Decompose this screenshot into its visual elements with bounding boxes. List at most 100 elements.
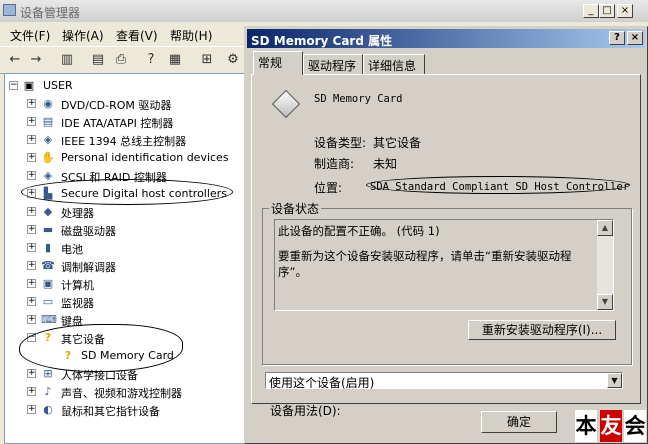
expand-icon[interactable]: +: [27, 261, 36, 270]
computer-icon: ▣: [42, 277, 54, 290]
minimize-button[interactable]: _: [583, 4, 599, 18]
ok-button[interactable]: 确定: [481, 411, 557, 433]
disk-drive-icon: ▬: [42, 223, 54, 236]
expand-icon[interactable]: +: [27, 207, 36, 216]
ide-controller-icon: ▤: [42, 115, 54, 128]
general-tab-panel: SD Memory Card 设备类型: 其它设备 制造商: 未知 位置: SD…: [251, 74, 641, 418]
ok-button-label: 确定: [506, 415, 531, 429]
tree-item-label: SD Memory Card: [81, 349, 174, 362]
expand-icon[interactable]: +: [27, 117, 36, 126]
tree-item-label: Personal identification devices: [61, 151, 229, 164]
monitor-icon: ▭: [42, 295, 54, 308]
print-icon[interactable]: ⎙: [112, 51, 130, 69]
scroll-down-icon[interactable]: ▼: [597, 294, 613, 310]
tree-item-label: 键盘: [61, 315, 83, 328]
expand-icon[interactable]: +: [27, 243, 36, 252]
expand-icon[interactable]: +: [27, 279, 36, 288]
chevron-down-icon[interactable]: ▼: [607, 373, 622, 388]
menu-view[interactable]: 查看(V): [116, 27, 158, 44]
tab-driver-label: 驱动程序: [308, 59, 357, 73]
tab-details-label: 详细信息: [368, 59, 417, 73]
tree-item-label: 电池: [61, 243, 83, 256]
device-manager-title: 设备管理器: [20, 6, 81, 20]
warning-device-icon: ?: [64, 349, 72, 362]
expand-icon[interactable]: +: [27, 225, 36, 234]
device-usage-select[interactable]: 使用这个设备(启用) ▼: [265, 372, 623, 390]
tree-item-label: 声音、视频和游戏控制器: [61, 387, 182, 400]
scsi-controller-icon: ◈: [43, 169, 53, 182]
device-usage-value: 使用这个设备(启用): [269, 376, 375, 390]
tree-item-label: SCSI 和 RAID 控制器: [61, 171, 167, 184]
expand-icon[interactable]: +: [27, 99, 36, 108]
collapse-icon[interactable]: −: [27, 333, 36, 342]
expand-icon[interactable]: +: [27, 369, 36, 378]
device-name: SD Memory Card: [314, 93, 403, 105]
device-status-textbox[interactable]: 此设备的配置不正确。 (代码 1) 要重新为这个设备安装驱动程序，请单击“重新安…: [274, 219, 614, 311]
status-scrollbar[interactable]: ▲ ▼: [597, 220, 613, 310]
close-icon: ×: [620, 5, 630, 16]
help-icon[interactable]: ?: [142, 51, 160, 69]
device-manager-app-icon: [3, 4, 16, 16]
expand-icon[interactable]: +: [27, 189, 36, 198]
console-tree-icon[interactable]: ▥: [58, 51, 76, 69]
watermark-char-1: 本: [575, 410, 597, 442]
tree-item-label: 人体学接口设备: [61, 369, 138, 382]
device-manager-title-bar[interactable]: 设备管理器 _ □ ×: [0, 0, 648, 22]
status-line-1: 此设备的配置不正确。 (代码 1): [278, 224, 440, 238]
tree-item-label: IDE ATA/ATAPI 控制器: [61, 117, 174, 130]
device-type-label: 设备类型:: [314, 136, 367, 150]
keyboard-icon: ⌨: [41, 313, 57, 326]
expand-icon[interactable]: +: [27, 387, 36, 396]
dvd-drive-icon: ◉: [43, 97, 53, 110]
tab-details[interactable]: 详细信息: [363, 54, 425, 74]
watermark-char-2: 友: [600, 410, 622, 442]
update-driver-icon[interactable]: ⚙: [224, 51, 242, 69]
unknown-device-icon: [271, 89, 301, 119]
location-value: SDA Standard Compliant SD Host Controlle…: [370, 181, 630, 193]
back-icon[interactable]: ←: [6, 51, 24, 69]
expand-icon[interactable]: +: [27, 315, 36, 324]
device-status-title: 设备状态: [269, 200, 322, 217]
tree-item-label: Secure Digital host controllers: [61, 187, 227, 200]
menu-file[interactable]: 文件(F): [10, 27, 50, 44]
dialog-help-button[interactable]: ?: [609, 31, 625, 45]
dialog-title: SD Memory Card 属性: [251, 34, 393, 48]
scroll-up-icon[interactable]: ▲: [597, 220, 613, 236]
expand-icon[interactable]: +: [27, 405, 36, 414]
expand-icon[interactable]: +: [27, 297, 36, 306]
properties-icon[interactable]: ▤: [89, 51, 107, 69]
tree-item-label: 磁盘驱动器: [61, 225, 116, 238]
tree-item-label: DVD/CD-ROM 驱动器: [61, 99, 172, 112]
help-question-icon: ?: [614, 32, 620, 43]
expand-icon[interactable]: +: [27, 153, 36, 162]
mouse-icon: ◐: [43, 403, 53, 416]
tree-root-label: USER: [43, 79, 73, 92]
status-line-2: 要重新为这个设备安装驱动程序，请单击“重新安装驱动程序”。: [278, 249, 572, 279]
manufacturer-label: 制造商:: [314, 157, 355, 171]
processor-icon: ◆: [43, 205, 53, 218]
forward-icon[interactable]: →: [27, 51, 45, 69]
maximize-icon: □: [602, 5, 612, 16]
battery-icon: ▮: [44, 241, 52, 254]
maximize-button[interactable]: □: [599, 4, 615, 18]
device-usage-label: 设备用法(D):: [270, 404, 341, 418]
dialog-close-button[interactable]: ×: [627, 31, 643, 45]
dialog-title-bar[interactable]: SD Memory Card 属性 ? ×: [247, 29, 645, 48]
menu-help[interactable]: 帮助(H): [170, 27, 212, 44]
tab-general-label: 常规: [258, 56, 283, 70]
tab-driver[interactable]: 驱动程序: [303, 54, 363, 74]
view-icon[interactable]: ▦: [166, 51, 184, 69]
computer-root-icon: ▣: [23, 79, 35, 92]
expand-icon[interactable]: +: [27, 135, 36, 144]
modem-icon: ☎: [41, 259, 55, 272]
tree-item-label: 鼠标和其它指针设备: [61, 405, 160, 418]
menu-action[interactable]: 操作(A): [62, 27, 104, 44]
scan-hardware-icon[interactable]: ⊞: [198, 51, 216, 69]
close-button[interactable]: ×: [617, 4, 633, 18]
expand-icon[interactable]: +: [27, 171, 36, 180]
collapse-icon[interactable]: −: [9, 81, 18, 90]
tab-general[interactable]: 常规: [253, 51, 303, 75]
close-icon: ×: [630, 32, 640, 43]
reinstall-driver-button[interactable]: 重新安装驱动程序(I)...: [468, 320, 616, 340]
reinstall-driver-label: 重新安装驱动程序(I)...: [481, 323, 603, 337]
